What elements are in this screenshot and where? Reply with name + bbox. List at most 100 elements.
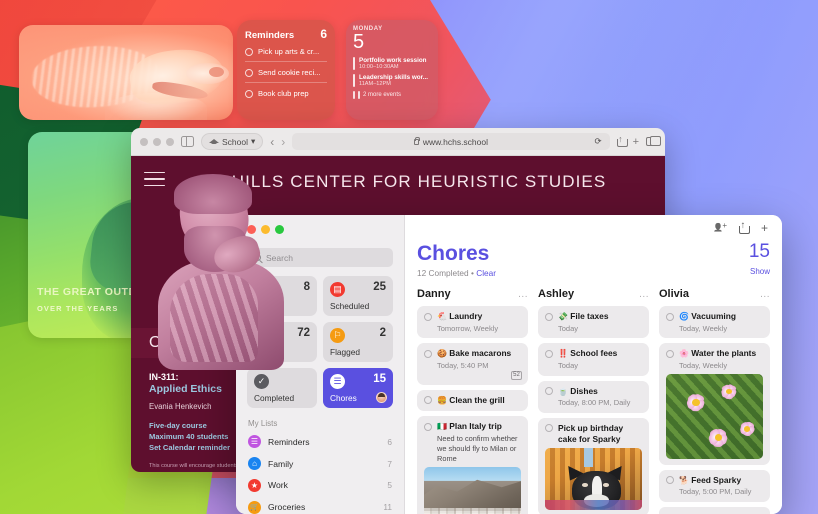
list-item-family[interactable]: ⌂ Family 7	[247, 453, 393, 475]
column-menu-icon[interactable]: ...	[639, 289, 649, 300]
chevron-down-icon: ▾	[251, 136, 256, 146]
smart-list-label: Flagged	[330, 347, 360, 357]
event-name: Leadership skills wor...	[359, 74, 428, 81]
column-title: Danny	[417, 288, 451, 301]
task-card[interactable]: Pick up birthday cake for Sparky	[538, 417, 649, 514]
checkbox-circle-icon[interactable]	[545, 349, 553, 358]
sidebar-toggle-icon[interactable]	[181, 135, 194, 148]
reminders-columns: Danny ... 🐔 Laundry Tomorrow, Weekly 🍪 B…	[417, 288, 770, 514]
forward-button[interactable]: ›	[281, 136, 285, 148]
calendar-day-number: 5	[353, 31, 365, 53]
task-emoji: 🐔	[437, 312, 447, 322]
checkbox-circle-icon[interactable]	[545, 424, 553, 433]
smart-list-flagged[interactable]: ⚐ 2 Flagged	[323, 322, 393, 362]
task-card[interactable]: 🍔 Clean the grill	[417, 389, 528, 412]
reminders-widget-header: Reminders 6	[245, 27, 327, 41]
list-label: Family	[268, 458, 294, 469]
checkbox-circle-icon[interactable]	[245, 89, 253, 98]
checkbox-circle-icon[interactable]	[245, 47, 253, 56]
rug	[545, 500, 642, 511]
address-bar[interactable]: www.hchs.school ⟳	[292, 133, 610, 150]
checkbox-circle-icon[interactable]	[666, 312, 674, 321]
list-count: 7	[387, 458, 392, 469]
close-button[interactable]	[140, 137, 148, 146]
reload-icon[interactable]: ⟳	[594, 136, 601, 147]
smart-list-chores[interactable]: ☰ 15 Chores	[323, 368, 393, 408]
smart-list-scheduled[interactable]: ▤ 25 Scheduled	[323, 276, 393, 316]
task-title: Plan Italy trip	[449, 421, 502, 432]
event-color-bar	[353, 57, 355, 70]
task-title: Pick up birthday cake for Sparky	[558, 422, 624, 444]
poster-subtitle: OVER THE YEARS	[37, 304, 119, 313]
task-card[interactable]: 💸 File taxes Today	[538, 306, 649, 339]
smart-list-completed[interactable]: ✓ Completed	[247, 368, 317, 408]
calendar-more-events[interactable]: 2 more events	[353, 91, 431, 99]
town-buildings	[424, 508, 521, 514]
profile-switcher[interactable]: School ▾	[201, 133, 264, 150]
new-tab-icon[interactable]: +	[633, 136, 639, 148]
column-menu-icon[interactable]: ...	[760, 289, 770, 300]
tab-overview-icon[interactable]	[646, 135, 661, 146]
checkbox-circle-icon[interactable]	[666, 349, 674, 358]
maximize-button[interactable]	[166, 137, 174, 146]
more-events-bar-icon	[358, 91, 360, 99]
reminders-widget[interactable]: Reminders 6 Pick up arts & cr... Send co…	[237, 20, 335, 120]
task-badge: 52	[511, 370, 522, 380]
share-icon[interactable]	[738, 220, 750, 234]
task-attachment-italy-photo[interactable]	[424, 467, 521, 514]
task-card[interactable]: ‼️ School fees Today	[538, 343, 649, 376]
task-attachment-dog-photo[interactable]	[545, 448, 642, 511]
task-card[interactable]: 🍪 Bake macarons Today, 5:40 PM 52	[417, 343, 528, 385]
task-card[interactable]: 🌸 Water the plants Today, Weekly	[659, 343, 770, 465]
photo-widget-dog[interactable]	[19, 25, 233, 120]
task-card[interactable]: 🍵 Dishes Today, 8:00 PM, Daily	[538, 380, 649, 413]
add-person-icon[interactable]	[713, 221, 727, 234]
column-ashley: Ashley ... 💸 File taxes Today ‼️ School …	[538, 288, 649, 514]
checkbox-circle-icon[interactable]	[666, 476, 674, 485]
more-events-label: 2 more events	[363, 92, 402, 98]
reminders-widget-item[interactable]: Book club prep	[245, 83, 327, 103]
column-header: Olivia ...	[659, 288, 770, 300]
checkbox-circle-icon[interactable]	[545, 312, 553, 321]
minimize-button[interactable]	[153, 137, 161, 146]
calendar-event[interactable]: Portfolio work session 10:00–10:30AM	[353, 57, 431, 70]
reminders-widget-item[interactable]: Pick up arts & cr...	[245, 41, 327, 62]
statue-illustration	[156, 174, 286, 370]
window-traffic-lights[interactable]	[140, 137, 174, 146]
checkbox-circle-icon[interactable]	[424, 422, 432, 431]
list-item-work[interactable]: ★ Work 5	[247, 475, 393, 497]
calendar-widget[interactable]: MONDAY 5 Portfolio work session 10:00–10…	[346, 20, 438, 120]
task-card[interactable]: 🇮🇹 Plan Italy trip Need to confirm wheth…	[417, 416, 528, 514]
task-card[interactable]: 🐕 Feed Sparky Today, 5:00 PM, Daily	[659, 469, 770, 502]
reminders-app-window[interactable]: Search ▦ 8 Today ▤ 25 Scheduled ◒	[236, 215, 782, 514]
checkbox-circle-icon[interactable]	[424, 396, 432, 405]
calendar-event[interactable]: Leadership skills wor... 11AM–12PM	[353, 74, 431, 87]
reminders-widget-item[interactable]: Send cookie reci...	[245, 62, 327, 83]
event-time: 10:00–10:30AM	[359, 64, 399, 70]
list-item-groceries[interactable]: 🛒 Groceries 11	[247, 496, 393, 514]
task-card[interactable]: 🌀 Vacuuming Today, Weekly	[659, 306, 770, 339]
checkbox-circle-icon[interactable]	[245, 68, 253, 77]
task-emoji: 🇮🇹	[437, 422, 447, 432]
column-menu-icon[interactable]: ...	[518, 289, 528, 300]
reminders-widget-item-label: Send cookie reci...	[258, 68, 321, 77]
list-label: Work	[268, 480, 288, 491]
task-attachment-flowers-photo[interactable]	[666, 374, 763, 460]
list-item-reminders[interactable]: ☰ Reminders 6	[247, 431, 393, 453]
show-completed-button[interactable]: Show	[750, 267, 770, 276]
back-button[interactable]: ‹	[270, 136, 274, 148]
star-icon: ★	[248, 478, 261, 492]
task-emoji: 🌀	[679, 312, 689, 322]
flower	[715, 379, 744, 405]
checkbox-circle-icon[interactable]	[424, 312, 432, 321]
checkbox-circle-icon[interactable]	[545, 387, 553, 396]
share-icon[interactable]	[616, 134, 628, 147]
checkbox-circle-icon[interactable]	[424, 349, 432, 358]
task-card[interactable]: 🐔 Laundry Tomorrow, Weekly	[417, 306, 528, 339]
task-card-partial[interactable]	[659, 506, 770, 514]
reminders-widget-item-label: Book club prep	[258, 89, 309, 98]
statue-hair	[174, 174, 252, 214]
plus-icon[interactable]: +	[761, 222, 768, 234]
clear-button[interactable]: Clear	[476, 268, 496, 278]
smart-list-count: 72	[297, 327, 310, 339]
